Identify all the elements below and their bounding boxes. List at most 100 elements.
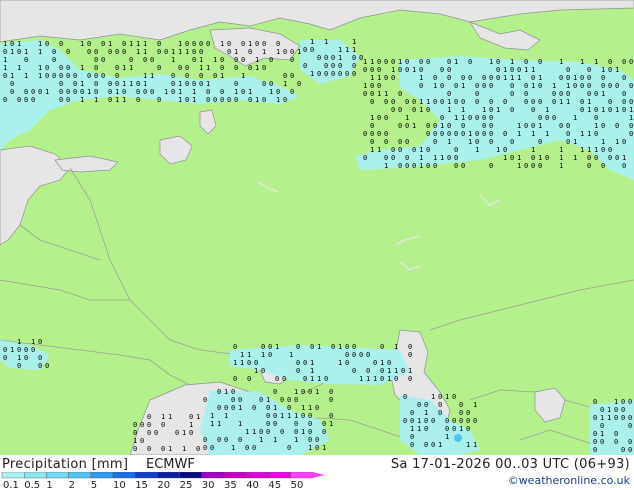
precip-marker: 1 [266,396,270,404]
precip-marker: 0 [433,74,437,82]
precip-marker: 0 [317,70,321,78]
precip-marker: 0 [468,58,472,66]
precip-marker: 1 [317,343,321,351]
precip-marker: 1 [196,413,200,421]
precip-marker: 1 [308,404,312,412]
precip-marker: 0 [454,98,458,106]
precip-marker: 0 [17,48,21,56]
precip-marker: 1 [580,58,584,66]
precip-marker: 1 [447,138,451,146]
precip-marker: 1 [115,88,119,96]
precip-marker: 0 [622,162,626,170]
precip-marker: 1 [459,425,463,433]
precip-marker: 0 [405,58,409,66]
precip-marker: 0 [587,74,591,82]
precip-marker: 1 [192,88,196,96]
precip-marker: 1 [461,114,465,122]
precip-marker: 0 [108,96,112,104]
precip-marker: 0 [629,122,633,130]
precip-marker: 1 [273,404,277,412]
precip-marker: 1 [129,80,133,88]
precip-marker: 1 [405,114,409,122]
precip-marker: 0 [408,343,412,351]
precip-marker: 1 [559,162,563,170]
precip-marker: 0 [322,428,326,436]
precip-marker: 0 [59,88,63,96]
precip-marker: 0 [447,58,451,66]
precip-marker: 0 [150,88,154,96]
precip-marker: 1 [629,106,633,114]
site-credit[interactable]: ©weatheronline.co.uk [508,474,630,487]
precip-marker: 0 [538,82,542,90]
precip-marker: 0 [303,375,307,383]
precip-marker: 1 [440,122,444,130]
precip-marker: 1 [178,48,182,56]
precip-marker: 0 [73,72,77,80]
legend-label: 25 [180,480,193,490]
precip-marker: 0 [3,346,7,354]
legend-label: 20 [157,480,170,490]
precip-marker: 0 [503,130,507,138]
precip-marker: 1 [310,359,314,367]
precip-marker: 0 [426,106,430,114]
precip-marker: 0 [66,88,70,96]
precip-marker: 0 [259,428,263,436]
precip-marker: 0 [254,359,258,367]
legend-swatch [201,472,225,479]
precip-marker: 0 [157,96,161,104]
precip-marker: 1 [240,351,244,359]
precip-marker: 1 [566,98,570,106]
precip-marker: 0 [614,406,618,414]
precip-marker: 0 [410,433,414,441]
precip-marker: 0 [587,90,591,98]
precip-marker: 1 [276,48,280,56]
precip-marker: 0 [227,96,231,104]
precip-marker: 0 [241,40,245,48]
precip-marker: 0 [262,64,266,72]
precip-marker: 0 [303,359,307,367]
map-title: Precipitation [mm] [2,457,129,472]
precip-marker: 1 [275,343,279,351]
precip-marker: 1 [559,98,563,106]
precip-marker: 0 [247,375,251,383]
precip-marker: 0 [594,106,598,114]
precip-marker: 0 [431,417,435,425]
precip-marker: 0 [108,80,112,88]
precip-marker: 0 [52,56,56,64]
precip-marker: 0 [287,444,291,452]
precip-marker: 0 [454,146,458,154]
precip-marker: 1 [384,90,388,98]
precip-marker: 0 [199,80,203,88]
precip-marker: 1 [247,351,251,359]
precip-marker: 0 [220,88,224,96]
legend-swatch [68,472,91,479]
precip-marker: 0 [38,338,42,346]
precip-marker: 1 [412,122,416,130]
precip-marker: 0 [331,70,335,78]
precip-marker: 1 [80,64,84,72]
precip-marker: 1 [417,417,421,425]
precip-marker: 1 [517,154,521,162]
precip-marker: 1 [580,130,584,138]
precip-marker: 1 [417,425,421,433]
heavy-precip-spot [454,434,462,442]
precip-marker: 1 [363,58,367,66]
precip-marker: 1 [17,354,21,362]
precip-marker: 0 [157,40,161,48]
precip-marker: 1 [245,428,249,436]
precip-marker: 0 [122,48,126,56]
precip-marker: 0 [608,58,612,66]
precip-marker: 1 [185,48,189,56]
precip-marker: 0 [10,80,14,88]
precip-marker: 1 [352,46,356,54]
precip-marker: 0 [283,72,287,80]
precip-marker: 0 [287,396,291,404]
precip-marker: 0 [59,64,63,72]
precip-marker: 1 [410,425,414,433]
precip-marker: 0 [290,72,294,80]
legend-swatch [112,472,136,479]
precip-marker: 0 [296,343,300,351]
precip-marker: 0 [324,375,328,383]
precip-marker: 0 [24,354,28,362]
precip-marker: 1 [289,351,293,359]
